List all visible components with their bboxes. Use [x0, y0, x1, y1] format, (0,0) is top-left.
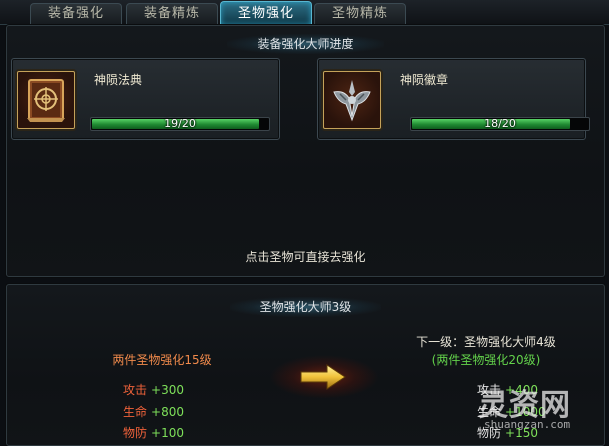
- relic-card-emblem[interactable]: 神陨徽章 18/20: [317, 58, 590, 140]
- stat-value: +150: [505, 426, 538, 440]
- tab-equip-enhance[interactable]: 装备强化: [30, 3, 122, 24]
- progress-bar: 19/20: [90, 117, 270, 131]
- next-requirement: (两件圣物强化20级): [431, 353, 541, 367]
- tab-relic-enhance[interactable]: 圣物强化: [220, 1, 312, 25]
- stat-name: 物防: [123, 426, 148, 440]
- stat-row: 攻击 +300: [123, 381, 184, 398]
- item-name: 神陨法典: [94, 73, 143, 87]
- stat-row: 物防 +150: [477, 424, 538, 441]
- current-requirement: 两件圣物强化15级: [112, 353, 212, 367]
- item-name: 神陨徽章: [400, 73, 449, 87]
- progress-text: 19/20: [164, 117, 196, 130]
- stat-row: 生命 +800: [123, 403, 184, 420]
- stat-name: 攻击: [123, 383, 148, 397]
- master-level-title: 圣物强化大师3级: [7, 297, 604, 317]
- master-progress-panel: 装备强化大师进度 神陨法典 19/20 神陨徽章 18/20 点击圣物可直接去强…: [6, 25, 605, 277]
- stat-value: +400: [505, 383, 538, 397]
- stat-value: +1000: [505, 405, 546, 419]
- stat-row: 物防 +100: [123, 424, 184, 441]
- stat-value: +300: [151, 383, 184, 397]
- stat-value: +100: [151, 426, 184, 440]
- next-level-title: 下一级：圣物强化大师4级: [416, 335, 556, 349]
- stat-name: 生命: [477, 405, 502, 419]
- master-progress-title: 装备强化大师进度: [7, 34, 604, 54]
- master-level-panel: 圣物强化大师3级 两件圣物强化15级 攻击 +300 生命 +800 物防 +100: [6, 284, 605, 446]
- stat-value: +800: [151, 405, 184, 419]
- tab-relic-refine[interactable]: 圣物精炼: [314, 3, 406, 24]
- stat-name: 物防: [477, 426, 502, 440]
- relic-card-tome[interactable]: 神陨法典 19/20: [11, 58, 280, 140]
- progress-text: 18/20: [484, 117, 516, 130]
- right-arrow-icon: [269, 355, 379, 399]
- tome-icon[interactable]: [17, 71, 75, 129]
- stat-name: 攻击: [477, 383, 502, 397]
- tab-bar: 装备强化 装备精炼 圣物强化 圣物精炼: [0, 0, 609, 25]
- emblem-icon[interactable]: [323, 71, 381, 129]
- stat-row: 生命 +1000: [477, 403, 546, 420]
- stat-name: 生命: [123, 405, 148, 419]
- enhance-hint: 点击圣物可直接去强化: [245, 250, 366, 264]
- stat-row: 攻击 +400: [477, 381, 538, 398]
- tab-equip-refine[interactable]: 装备精炼: [126, 3, 218, 24]
- progress-bar: 18/20: [410, 117, 590, 131]
